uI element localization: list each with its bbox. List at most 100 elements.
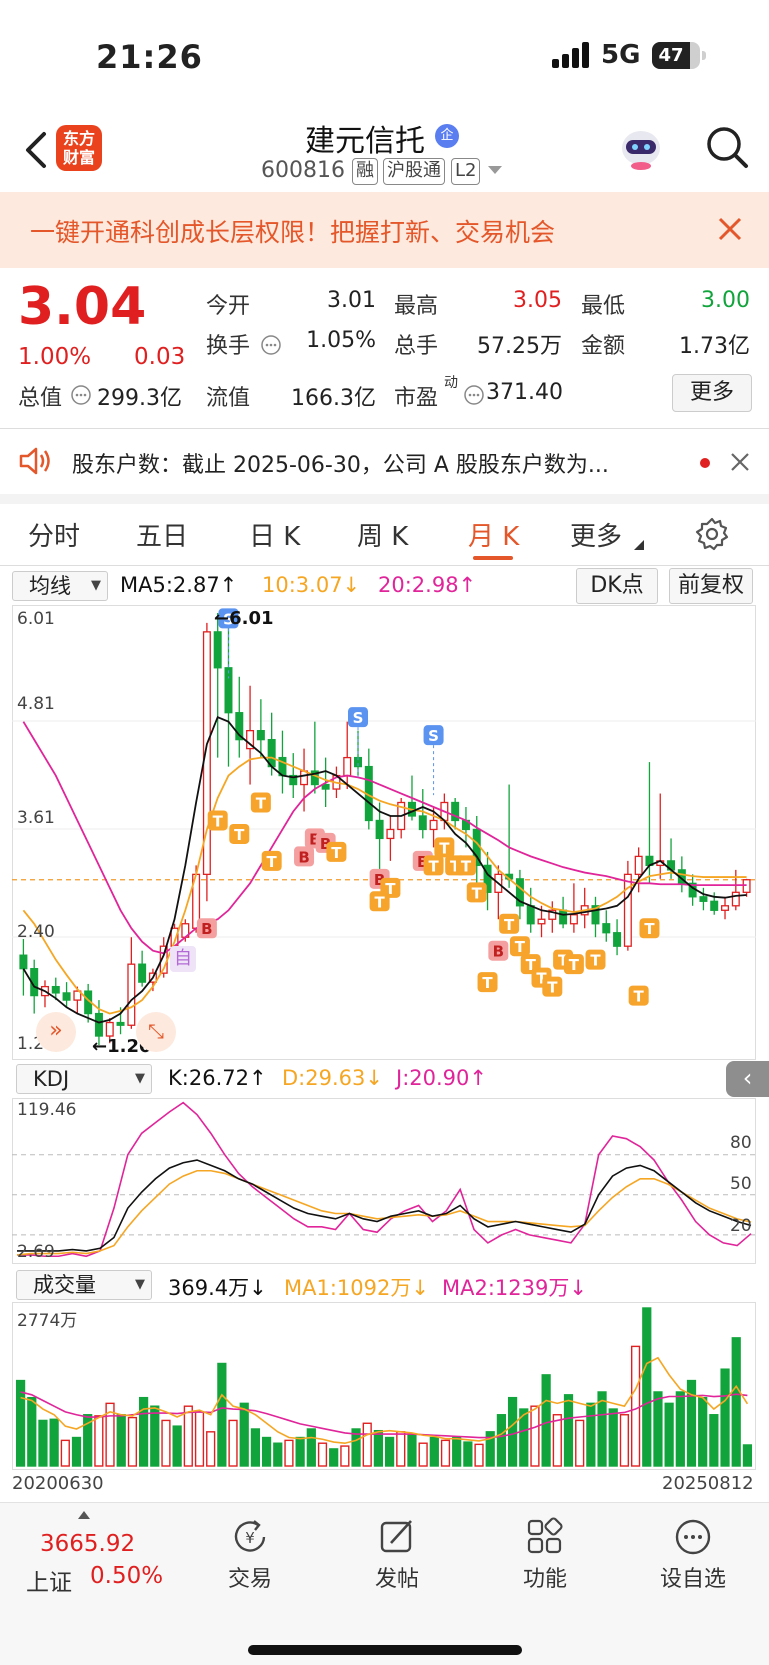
- dk-point-button[interactable]: DK点: [576, 568, 658, 604]
- back-arrow-icon[interactable]: [18, 128, 58, 172]
- more-button[interactable]: 更多: [672, 374, 752, 412]
- mktcap-value: 299.3亿: [97, 386, 182, 411]
- volume-bar: [575, 1419, 585, 1467]
- volume-bar: [608, 1408, 618, 1467]
- chevron-down-icon[interactable]: [488, 166, 502, 176]
- info-icon[interactable]: [463, 384, 485, 406]
- info-icon[interactable]: [260, 334, 282, 356]
- volume-bar: [206, 1431, 216, 1467]
- volume-bar: [630, 1345, 641, 1467]
- adjust-price-button[interactable]: 前复权: [669, 568, 753, 604]
- close-icon[interactable]: [715, 210, 745, 246]
- stock-title: 建元信托: [305, 124, 425, 159]
- date-end: 20250812: [662, 1473, 754, 1494]
- stock-code: 600816: [261, 158, 345, 183]
- fullscreen-icon[interactable]: ⤡: [136, 1012, 176, 1052]
- volume-bar: [698, 1396, 708, 1467]
- tab-weekly-k[interactable]: 周 K: [357, 516, 408, 553]
- status-bar: 21:26 5G 47: [0, 0, 769, 110]
- marker-letter: S: [428, 727, 439, 745]
- bottom-toolbar: 3665.92 上证 0.50% ¥ 交易 发帖 功能 设自选: [0, 1502, 769, 1665]
- candle: [105, 1021, 114, 1037]
- last-price: 3.04: [18, 277, 147, 337]
- logo-line1: 东方: [62, 129, 95, 148]
- volume-bar: [27, 1396, 37, 1467]
- volume-bar: [138, 1396, 149, 1467]
- tab-intraday[interactable]: 分时: [28, 516, 80, 553]
- kline-chart[interactable]: BTTTT BB B TB TTB TTT TTBTTTT TT T TTTTSSS: [12, 605, 756, 1060]
- kdj-level-50: 50: [730, 1174, 752, 1194]
- collapse-panel-icon[interactable]: ‹: [726, 1061, 769, 1097]
- assistant-robot-icon[interactable]: [618, 126, 664, 172]
- volume-bar: [653, 1391, 663, 1467]
- expand-left-icon[interactable]: »: [36, 1012, 76, 1052]
- promo-banner[interactable]: 一键开通科创成长层权限！把握打新、交易机会: [0, 192, 769, 268]
- volume-bar: [507, 1396, 518, 1467]
- marker-letter: T: [374, 893, 385, 911]
- eastmoney-logo[interactable]: 东方 财富: [56, 125, 102, 171]
- more-dots-icon: [675, 1519, 711, 1555]
- index-name[interactable]: 上证: [26, 1563, 72, 1597]
- candle: [375, 819, 384, 840]
- marker-letter: B: [298, 848, 309, 866]
- buy-signal-marker: B: [294, 846, 315, 867]
- marker-letter: T: [504, 916, 515, 934]
- candle: [710, 900, 719, 911]
- promo-banner-text[interactable]: 一键开通科创成长层权限！把握打新、交易机会: [30, 213, 555, 249]
- tab-daily-k[interactable]: 日 K: [249, 516, 300, 553]
- tab-monthly-k[interactable]: 月 K: [468, 516, 519, 553]
- take-profit-marker: T: [477, 972, 498, 993]
- index-value[interactable]: 3665.92: [40, 1531, 135, 1557]
- trade-label: 交易: [227, 1567, 272, 1592]
- volume-bar: [597, 1391, 607, 1467]
- indicator-select-kdj[interactable]: KDJ ▼: [16, 1064, 152, 1094]
- volume-bar: [49, 1418, 59, 1467]
- close-icon[interactable]: [730, 452, 750, 472]
- ma10-legend: 10:3.07↓: [262, 573, 361, 597]
- volume-bar: [675, 1391, 685, 1467]
- float-value: 166.3亿: [291, 386, 376, 411]
- volume-chart[interactable]: [12, 1302, 756, 1470]
- indicator-select-volume[interactable]: 成交量 ▼: [16, 1270, 152, 1300]
- volume-bar: [239, 1402, 249, 1467]
- news-ticker[interactable]: 股东户数：截止 2025-06-30，公司 A 股股东户数为...: [0, 428, 769, 494]
- take-profit-marker: T: [434, 837, 455, 858]
- candle: [613, 932, 622, 947]
- expand-up-icon[interactable]: [78, 1511, 90, 1519]
- news-text[interactable]: 股东户数：截止 2025-06-30，公司 A 股股东户数为...: [72, 447, 609, 479]
- take-profit-marker: T: [250, 792, 271, 813]
- kdj-level-80: 80: [730, 1133, 752, 1153]
- index-change[interactable]: 0.50%: [90, 1563, 163, 1589]
- volume-bar: [217, 1362, 227, 1467]
- volume-bar: [396, 1431, 406, 1467]
- indicator-select-ma[interactable]: 均线 ▼: [12, 571, 108, 601]
- volume-bar: [127, 1416, 138, 1467]
- volume-bar: [709, 1414, 719, 1467]
- marker-letter: T: [267, 853, 278, 871]
- gear-icon[interactable]: [694, 516, 730, 552]
- y-label-3: 3.61: [17, 808, 55, 828]
- post-button[interactable]: 发帖: [352, 1517, 442, 1593]
- marker-letter: T: [482, 974, 493, 992]
- volume-y-top: 2774万: [17, 1311, 78, 1331]
- marker-letter: T: [461, 857, 472, 875]
- tab-more[interactable]: 更多: [570, 516, 622, 553]
- info-icon[interactable]: [70, 384, 92, 406]
- volume-bar: [295, 1436, 305, 1467]
- trade-button[interactable]: ¥ 交易: [205, 1517, 295, 1593]
- turnover-value: 1.05%: [306, 328, 376, 353]
- tab-five-day[interactable]: 五日: [136, 516, 188, 553]
- search-icon[interactable]: [704, 124, 750, 170]
- candle: [321, 783, 330, 790]
- candle: [19, 954, 28, 970]
- marker-letter: B: [201, 920, 212, 938]
- kdj-chart[interactable]: [12, 1098, 756, 1264]
- chevron-down-icon: ▼: [91, 578, 101, 593]
- buy-signal-marker: B: [488, 940, 509, 961]
- candle: [224, 667, 233, 714]
- tag-level2: L2: [451, 158, 481, 185]
- function-button[interactable]: 功能: [500, 1517, 590, 1593]
- kdj-d-line: [16, 1169, 752, 1256]
- add-watchlist-button[interactable]: 设自选: [648, 1517, 738, 1593]
- active-tab-indicator: [473, 556, 513, 560]
